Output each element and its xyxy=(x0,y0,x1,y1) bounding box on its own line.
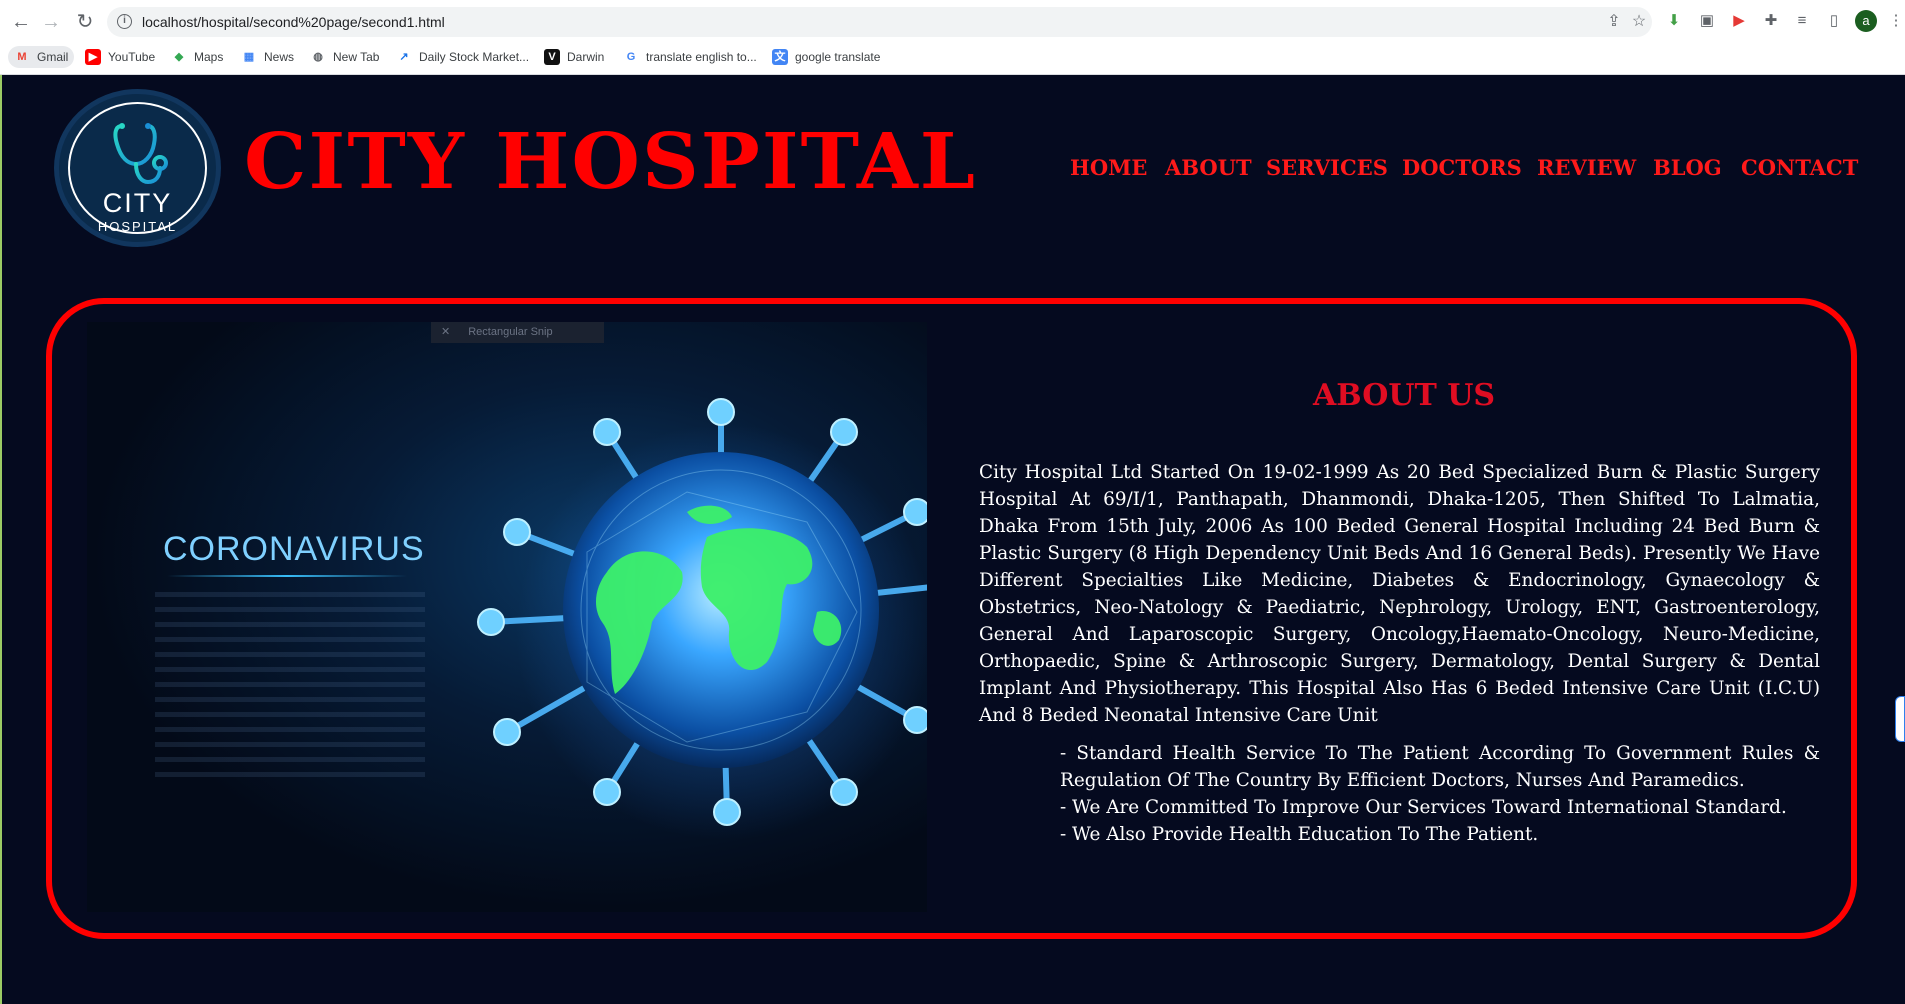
list-item: - Standard Health Service To The Patient… xyxy=(1060,743,1820,791)
bookmark-news[interactable]: ▦ News xyxy=(241,46,294,68)
coronavirus-headline: CORONAVIRUS xyxy=(163,530,425,568)
bookmark-label: YouTube xyxy=(108,50,156,64)
address-bar[interactable]: i localhost/hospital/second%20page/secon… xyxy=(107,7,1652,37)
bookmark-google-translate[interactable]: 文 google translate xyxy=(772,46,880,68)
extensions-puzzle-icon[interactable]: ✚ xyxy=(1761,11,1781,31)
coronavirus-image: ✕ Rectangular Snip CORONAVIRUS xyxy=(87,322,927,912)
about-points: - Standard Health Service To The Patient… xyxy=(1060,740,1820,848)
share-icon[interactable]: ⇪ xyxy=(1604,12,1624,32)
kebab-menu-icon[interactable]: ⋮ xyxy=(1886,11,1905,31)
about-title: ABOUT US xyxy=(1313,378,1496,413)
bookmark-label: Gmail xyxy=(37,50,69,64)
maps-pin-icon: ◆ xyxy=(174,51,184,63)
bookmark-label: News xyxy=(264,50,295,64)
site-info-icon[interactable]: i xyxy=(117,14,132,29)
bookmark-label: Maps xyxy=(194,50,224,64)
darwin-icon: V xyxy=(544,49,560,65)
bookmark-darwin[interactable]: V Darwin xyxy=(544,46,604,68)
bookmark-label: New Tab xyxy=(333,50,380,64)
bookmark-label: Daily Stock Market... xyxy=(419,50,530,64)
forward-arrow-icon[interactable]: → xyxy=(38,9,64,35)
reload-icon[interactable]: ↻ xyxy=(72,9,98,35)
browser-chrome: ← → ↻ i localhost/hospital/second%20page… xyxy=(0,0,1905,75)
stock-icon: ↗ xyxy=(399,51,409,63)
bookmark-star-icon[interactable]: ☆ xyxy=(1629,12,1649,32)
browser-toolbar: ← → ↻ i localhost/hospital/second%20page… xyxy=(0,0,1905,43)
nav-services[interactable]: SERVICES xyxy=(1266,155,1388,180)
list-item: - We Also Provide Health Education To Th… xyxy=(1060,824,1539,845)
google-icon: G xyxy=(626,51,636,63)
youtube-icon: ▶ xyxy=(85,49,101,65)
reading-list-icon[interactable]: ≡ xyxy=(1792,11,1812,31)
bookmarks-bar: M Gmail ▶ YouTube ◆ Maps ▦ News ◍ New Ta… xyxy=(0,43,1905,71)
translate-icon: 文 xyxy=(772,49,788,65)
download-extension-icon[interactable]: ⬇ xyxy=(1664,11,1684,31)
nav-doctors[interactable]: DOCTORS xyxy=(1402,155,1522,180)
bookmark-daily-stock[interactable]: ↗ Daily Stock Market... xyxy=(396,46,529,68)
nav-home[interactable]: HOME xyxy=(1070,155,1147,180)
image-placeholder-text xyxy=(155,592,425,782)
nav-contact[interactable]: CONTACT xyxy=(1741,155,1858,180)
side-panel-icon[interactable]: ▯ xyxy=(1824,11,1844,31)
logo-hospital-text: HOSPITAL xyxy=(97,219,178,234)
headline-underline xyxy=(167,575,407,577)
nav-review[interactable]: REVIEW xyxy=(1537,155,1636,180)
globe-icon: ◍ xyxy=(313,51,323,63)
bookmark-label: translate english to... xyxy=(646,50,757,64)
snip-label: Rectangular Snip xyxy=(468,326,553,338)
gmail-icon: M xyxy=(17,51,27,63)
nav-about[interactable]: ABOUT xyxy=(1165,155,1252,180)
bookmark-maps[interactable]: ◆ Maps xyxy=(171,46,224,68)
site-title: CITY HOSPITAL xyxy=(244,117,978,207)
stethoscope-icon xyxy=(113,123,168,185)
side-panel-tab[interactable] xyxy=(1895,696,1905,742)
bookmark-gmail[interactable]: M Gmail xyxy=(8,46,75,68)
bookmark-label: google translate xyxy=(795,50,881,64)
list-item: - We Are Committed To Improve Our Servic… xyxy=(1060,797,1787,818)
logo-city-text: CITY xyxy=(102,188,173,218)
image-extension-icon[interactable]: ▣ xyxy=(1697,11,1717,31)
nav-blog[interactable]: BLOG xyxy=(1653,155,1722,180)
bookmark-new-tab[interactable]: ◍ New Tab xyxy=(310,46,379,68)
bookmark-youtube[interactable]: ▶ YouTube xyxy=(85,46,155,68)
address-url[interactable]: localhost/hospital/second%20page/second1… xyxy=(142,14,445,30)
about-paragraph: City Hospital Ltd Started On 19-02-1999 … xyxy=(979,462,1820,726)
logo-ring: CITY HOSPITAL xyxy=(68,102,207,234)
snip-toolbar[interactable]: ✕ Rectangular Snip xyxy=(431,322,604,343)
back-arrow-icon[interactable]: ← xyxy=(8,9,34,35)
news-icon: ▦ xyxy=(243,51,255,63)
profile-avatar[interactable]: a xyxy=(1855,10,1877,32)
bookmark-translate-english[interactable]: G translate english to... xyxy=(623,46,757,68)
snip-close-icon[interactable]: ✕ xyxy=(441,326,450,338)
play-extension-icon[interactable]: ▶ xyxy=(1729,11,1749,31)
bookmark-label: Darwin xyxy=(567,50,605,64)
site-logo[interactable]: CITY HOSPITAL xyxy=(54,89,221,247)
